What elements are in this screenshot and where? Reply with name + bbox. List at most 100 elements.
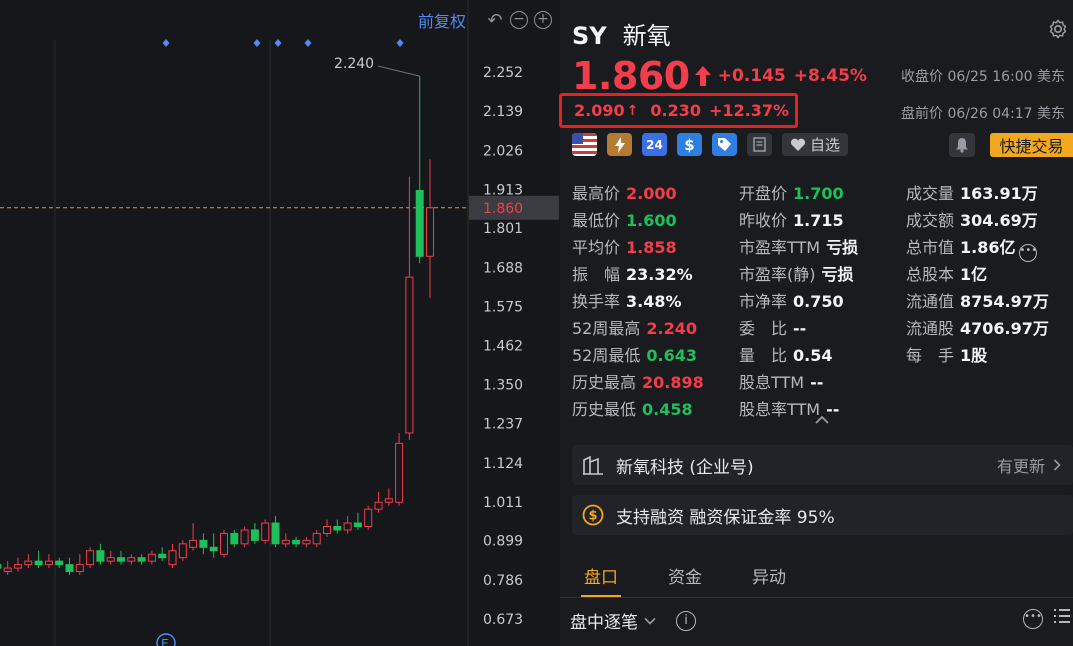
- candle-body: [240, 529, 249, 545]
- price-axis-tick: 1.124: [483, 456, 523, 472]
- stat-value: 3.48%: [626, 292, 682, 311]
- price-axis-tick: 1.575: [483, 300, 523, 316]
- stat-value: 23.32%: [626, 265, 693, 284]
- price-change-pct: +8.45%: [793, 66, 867, 86]
- company-update-label: 有更新: [996, 457, 1045, 476]
- stat-value: 1.700: [793, 184, 844, 203]
- price-axis-tick: 2.139: [483, 104, 523, 120]
- stat-value: 1亿: [960, 265, 988, 284]
- candle-body: [302, 539, 311, 545]
- stat-value: 1.858: [626, 238, 677, 257]
- tab-unusual-activity[interactable]: 异动: [740, 563, 824, 588]
- chevron-down-icon[interactable]: [644, 617, 656, 625]
- candle-body: [415, 189, 424, 257]
- 24h-trading-icon[interactable]: 24: [642, 133, 667, 156]
- stat-value: 163.91万: [960, 184, 1038, 203]
- info-icon[interactable]: i: [676, 610, 696, 631]
- lightning-icon[interactable]: [607, 133, 632, 156]
- stat-open: 开盘价 1.700: [739, 180, 844, 204]
- zoom-out-icon[interactable]: −: [510, 11, 528, 29]
- price-axis-tick: 2.026: [483, 143, 523, 159]
- premarket-arrow-icon: ↑: [626, 102, 639, 119]
- candle-body: [189, 539, 198, 548]
- candle-body: [158, 553, 167, 559]
- candle-body: [178, 543, 187, 559]
- time-and-sales-header[interactable]: 盘中逐笔 i: [570, 608, 696, 633]
- premarket-time-label: 盘前价 06/26 04:17 美东: [901, 106, 1066, 122]
- building-icon: [583, 455, 603, 475]
- price-change: +0.145: [717, 66, 786, 86]
- stat-volume: 成交量 163.91万: [906, 180, 1038, 204]
- stat-label: 最低价: [572, 211, 621, 230]
- candle-body: [405, 276, 414, 434]
- candle-body: [75, 564, 84, 573]
- company-update[interactable]: 有更新: [997, 453, 1061, 477]
- stat-label: 总股本: [906, 265, 955, 284]
- candle-body: [86, 550, 95, 566]
- candle-body: [426, 207, 434, 257]
- price-axis-tick: 0.786: [483, 573, 523, 589]
- document-icon[interactable]: [747, 133, 772, 156]
- gear-icon[interactable]: [1047, 18, 1069, 40]
- watch-label: 自选: [810, 136, 841, 154]
- event-marker-icon: [162, 39, 170, 47]
- tab-order-book[interactable]: 盘口: [572, 563, 656, 588]
- candle-body: [353, 522, 362, 528]
- undo-icon[interactable]: ↶: [486, 10, 504, 31]
- candle-body: [250, 529, 259, 541]
- stat-float-shares: 流通股 4706.97万: [906, 315, 1049, 339]
- stat-value: 1.86亿: [960, 238, 1016, 257]
- more-options-icon[interactable]: •••: [1023, 609, 1043, 629]
- stat-label: 市盈率TTM: [739, 238, 821, 257]
- stat-label: 成交量: [906, 184, 955, 203]
- stat-value: --: [810, 373, 824, 392]
- dollar-icon[interactable]: $: [677, 133, 702, 156]
- candle-body: [230, 532, 239, 545]
- more-icon[interactable]: •••: [1018, 244, 1037, 262]
- adjust-mode-toggle[interactable]: 前复权: [418, 8, 466, 32]
- bell-icon: [956, 138, 968, 153]
- company-account-card[interactable]: 新氧科技 (企业号) 有更新: [572, 445, 1073, 485]
- chevron-up-icon[interactable]: [814, 414, 830, 426]
- stat-label: 股息率TTM: [739, 400, 821, 419]
- price-axis-tick: 2.252: [483, 65, 523, 81]
- candle-body: [0, 564, 2, 569]
- stat-value: 1.600: [626, 211, 677, 230]
- quick-trade-button[interactable]: 快捷交易: [990, 133, 1073, 157]
- candle-body: [106, 557, 115, 562]
- stat-label: 昨收价: [739, 211, 788, 230]
- add-watchlist-button[interactable]: 自选: [782, 133, 849, 156]
- quote-panel: SY 新氧 1.860 +0.145 +8.45% 收盘价 06/25 16:0…: [559, 0, 1073, 646]
- company-card-label: 新氧科技 (企业号): [616, 457, 754, 478]
- price-alert-button[interactable]: [949, 133, 975, 157]
- stat-label: 流通值: [906, 292, 955, 311]
- candle-body: [281, 539, 290, 545]
- tag-icon[interactable]: [712, 133, 737, 156]
- list-view-icon[interactable]: [1053, 608, 1071, 624]
- kline-chart[interactable]: 2.2522.1392.0261.9131.8011.6881.5751.462…: [0, 0, 560, 646]
- margin-financing-card[interactable]: $ 支持融资 融资保证金率 95%: [572, 495, 1073, 535]
- zoom-in-icon[interactable]: +: [534, 11, 552, 29]
- high-annotation-leader: [377, 65, 420, 77]
- stat-total-shares: 总股本 1亿: [906, 261, 987, 285]
- stat-amplitude: 振 幅 23.32%: [572, 261, 693, 285]
- stat-value: 亏损: [826, 238, 859, 257]
- stat-label: 流通股: [906, 319, 955, 338]
- divider: [560, 597, 1073, 598]
- candle-body: [127, 557, 136, 562]
- stat-hist-low: 历史最低 0.458: [572, 396, 693, 420]
- last-price: 1.860: [572, 54, 690, 98]
- tab-capital-flow[interactable]: 资金: [656, 563, 740, 588]
- candle-body: [14, 564, 22, 569]
- stat-label: 市盈率(静): [739, 265, 816, 284]
- stock-title: SY 新氧: [572, 16, 671, 51]
- candle-body: [199, 539, 208, 548]
- candle-body: [65, 564, 74, 573]
- stat-value: 0.643: [646, 346, 697, 365]
- premarket-change: 0.230: [650, 101, 701, 120]
- stat-dividend-ttm: 股息TTM --: [739, 369, 823, 393]
- candle-body: [261, 522, 270, 541]
- stat-label: 平均价: [572, 238, 621, 257]
- stock-name: 新氧: [622, 22, 671, 50]
- kline-chart-panel[interactable]: 2.252 2.139 2.026 1.913 1.801 1.688 1.575 1.462…: [0, 0, 560, 646]
